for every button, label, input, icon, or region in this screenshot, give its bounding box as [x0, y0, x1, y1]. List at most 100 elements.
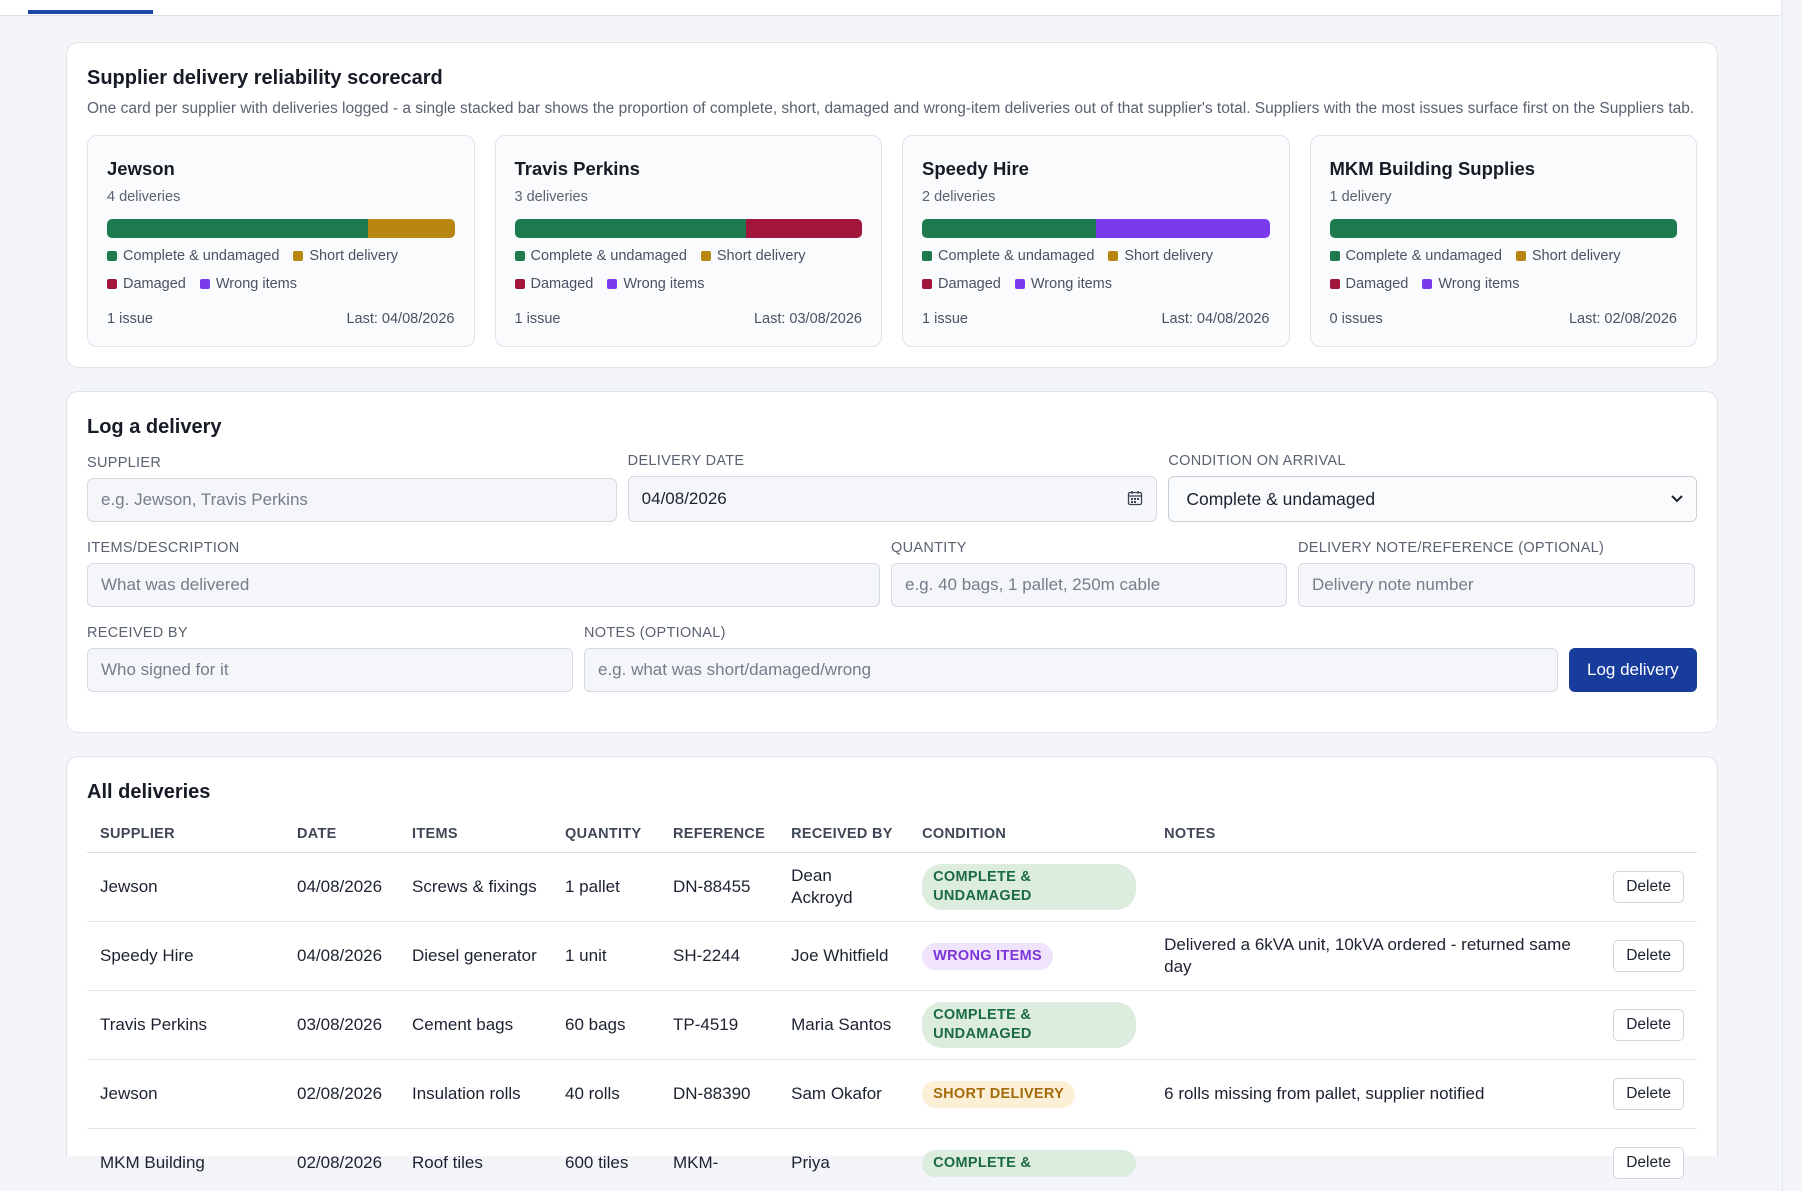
cell-notes: 6 rolls missing from pallet, supplier no…: [1151, 1059, 1592, 1129]
cell-quantity: 600 tiles: [552, 1128, 660, 1191]
column-header: SUPPLIER: [87, 826, 284, 853]
delivery-count: 1 delivery: [1329, 189, 1392, 205]
quantity-input[interactable]: [891, 563, 1287, 607]
column-header: REFERENCE: [660, 826, 779, 853]
supplier-card: Speedy Hire 2 deliveries Complete & unda…: [902, 135, 1290, 347]
legend-item-wrong: Wrong items: [607, 276, 705, 292]
reference-label: DELIVERY NOTE/REFERENCE (OPTIONAL): [1298, 540, 1605, 556]
notes-field: NOTES (OPTIONAL): [584, 625, 1558, 692]
table-row: Travis Perkins 03/08/2026 Cement bags 60 ba…: [87, 990, 1697, 1060]
legend-item-complete: Complete & undamaged: [1329, 248, 1502, 264]
legend-item-complete: Complete & undamaged: [107, 248, 279, 264]
column-header: ITEMS: [399, 826, 552, 853]
bar-segment-damaged: [746, 219, 862, 238]
card-footer: 1 issue Last: 04/08/2026: [107, 311, 455, 327]
column-header: DATE: [284, 826, 399, 853]
items-field: ITEMS/DESCRIPTION: [87, 540, 880, 607]
legend-label: Short delivery: [1124, 248, 1214, 264]
legend-item-damaged: Damaged: [922, 276, 1001, 292]
cell-quantity: 60 bags: [552, 990, 660, 1060]
issue-count: 1 issue: [514, 311, 561, 327]
delivery-date-field: DELIVERY DATE: [627, 453, 1158, 522]
reliability-legend: Complete & undamaged Short delivery Damage…: [922, 248, 1270, 292]
supplier-field: SUPPLIER: [87, 455, 617, 522]
delete-button[interactable]: Delete: [1613, 1078, 1684, 1110]
legend-swatch: [922, 279, 932, 289]
condition-badge: COMPLETE & UNDAMAGED: [922, 1002, 1137, 1048]
cell-notes: Delivered a 6kVA unit, 10kVA ordered - r…: [1151, 921, 1592, 991]
cell-quantity: 1 unit: [552, 921, 660, 991]
last-delivery-date: Last: 04/08/2026: [1161, 311, 1270, 327]
cell-actions: Delete: [1591, 852, 1697, 922]
legend-swatch: [1422, 279, 1433, 289]
supplier-input[interactable]: [87, 478, 617, 522]
cell-actions: Delete: [1591, 921, 1697, 991]
received-by-input[interactable]: [87, 648, 573, 692]
card-footer: 1 issue Last: 04/08/2026: [922, 311, 1270, 327]
legend-label: Short delivery: [716, 248, 806, 264]
received-by-field: RECEIVED BY: [87, 625, 573, 692]
received-by-label: RECEIVED BY: [87, 625, 188, 641]
legend-label: Damaged: [938, 276, 1001, 292]
condition-select[interactable]: Complete & undamaged: [1168, 476, 1698, 522]
legend-item-short: Short delivery: [1108, 248, 1213, 264]
chevron-down-icon: [1671, 495, 1683, 503]
issue-count: 1 issue: [922, 311, 968, 327]
deliveries-title: All deliveries: [87, 781, 211, 803]
scrollbar[interactable]: [1782, 0, 1802, 1191]
scorecard-description: One card per supplier with deliveries lo…: [87, 100, 1695, 117]
scorecard-panel: Supplier delivery reliability scorecard …: [66, 42, 1718, 368]
notes-input[interactable]: [584, 648, 1558, 692]
reliability-legend: Complete & undamaged Short delivery Damage…: [514, 248, 863, 292]
legend-swatch: [107, 251, 117, 261]
delete-button[interactable]: Delete: [1613, 1009, 1684, 1041]
legend-swatch: [1329, 251, 1340, 261]
column-header: RECEIVED BY: [778, 826, 910, 853]
delete-button[interactable]: Delete: [1613, 871, 1684, 903]
items-input[interactable]: [87, 563, 880, 607]
supplier-card: Jewson 4 deliveries Complete & undamaged…: [87, 135, 475, 347]
reliability-bar: [1329, 219, 1677, 238]
cell-date: 02/08/2026: [284, 1059, 399, 1129]
legend-label: Damaged: [123, 276, 186, 292]
legend-swatch: [1108, 251, 1119, 261]
delete-button[interactable]: Delete: [1613, 940, 1684, 972]
legend-swatch: [514, 251, 525, 261]
bar-segment-complete: [922, 219, 1096, 238]
items-label: ITEMS/DESCRIPTION: [87, 540, 240, 556]
legend-label: Wrong items: [1030, 276, 1112, 292]
cell-actions: Delete: [1591, 1059, 1697, 1129]
legend-swatch: [107, 279, 117, 289]
last-delivery-date: Last: 04/08/2026: [346, 311, 455, 327]
condition-select-value: Complete & undamaged: [1186, 488, 1376, 509]
table-row: Jewson 02/08/2026 Insulation rolls 40 rolls…: [87, 1059, 1697, 1129]
quantity-field: QUANTITY: [891, 540, 1287, 607]
legend-item-damaged: Damaged: [107, 276, 186, 292]
delete-button[interactable]: Delete: [1613, 1147, 1684, 1179]
legend-swatch: [199, 279, 210, 289]
table-row: Speedy Hire 04/08/2026 Diesel generator 1 u…: [87, 921, 1697, 991]
cell-quantity: 40 rolls: [552, 1059, 660, 1129]
cell-received-by: Priya: [778, 1128, 910, 1191]
column-header: CONDITION: [909, 826, 1152, 853]
calendar-icon[interactable]: [1127, 490, 1143, 506]
bar-segment-short: [367, 219, 455, 238]
cell-received-by: Dean Ackroyd: [778, 852, 910, 922]
log-delivery-button[interactable]: Log delivery: [1569, 648, 1697, 692]
cell-actions: Delete: [1591, 1128, 1697, 1191]
legend-swatch: [1329, 279, 1340, 289]
supplier-label: SUPPLIER: [87, 455, 162, 471]
issue-count: 1 issue: [107, 311, 153, 327]
deliveries-table: SUPPLIER DATE ITEMS QUANTITY REFERENCE R…: [87, 826, 1697, 1191]
issue-count: 0 issues: [1329, 311, 1383, 327]
delivery-date-input[interactable]: [627, 476, 1158, 522]
reference-input[interactable]: [1298, 563, 1695, 607]
legend-item-damaged: Damaged: [514, 276, 593, 292]
condition-badge: WRONG ITEMS: [922, 942, 1053, 970]
legend-swatch: [1014, 279, 1025, 289]
cell-items: Insulation rolls: [399, 1059, 552, 1129]
legend-swatch: [922, 251, 932, 261]
legend-item-short: Short delivery: [700, 248, 806, 264]
condition-field: CONDITION ON ARRIVAL Complete & undamage…: [1168, 453, 1698, 522]
cell-supplier: MKM Building: [87, 1128, 284, 1191]
